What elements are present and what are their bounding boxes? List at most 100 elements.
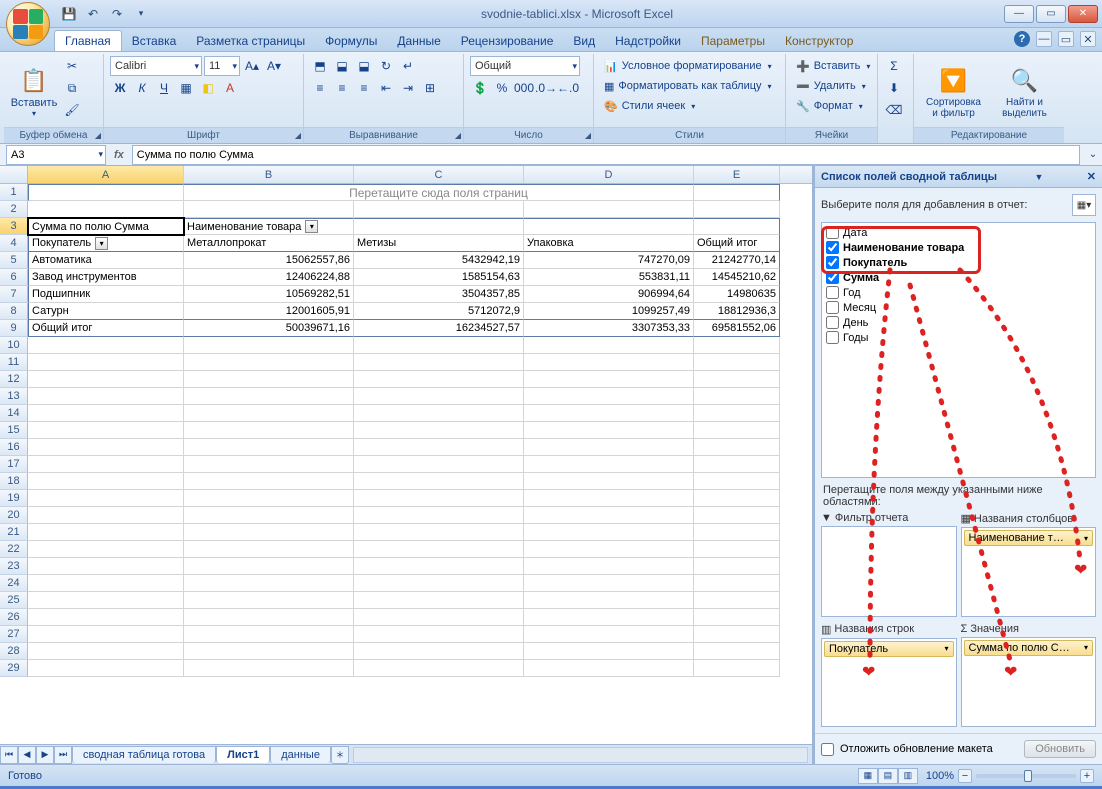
field-checkbox[interactable] [826,301,839,314]
ribbon-tab-home[interactable]: Главная [54,30,122,51]
cut-icon[interactable]: ✂ [62,56,82,76]
ribbon-tab-insert[interactable]: Вставка [122,31,187,51]
name-box[interactable]: A3 [6,145,106,165]
row-header[interactable]: 23 [0,558,28,575]
field-checkbox[interactable] [826,226,839,239]
clear-icon[interactable]: ⌫ [884,100,904,120]
row-header[interactable]: 2 [0,201,28,218]
ribbon-tab-view[interactable]: Вид [563,31,605,51]
col-header-c[interactable]: C [354,166,524,183]
help-icon[interactable]: ? [1014,31,1030,47]
row-header[interactable]: 14 [0,405,28,422]
row-header[interactable]: 9 [0,320,28,337]
font-color-icon[interactable]: A [220,78,240,98]
field-checkbox[interactable] [826,256,839,269]
fx-icon[interactable]: fx [114,149,124,161]
row-header[interactable]: 4 [0,235,28,252]
row-header[interactable]: 18 [0,473,28,490]
row-header[interactable]: 16 [0,439,28,456]
new-sheet-icon[interactable]: ＊ [331,746,349,764]
comma-icon[interactable]: 000 [514,78,534,98]
sheet-nav-first[interactable]: ⏮ [0,746,18,764]
row-header[interactable]: 22 [0,541,28,558]
chip-rows[interactable]: Покупатель▾ [824,641,954,657]
row-header[interactable]: 7 [0,286,28,303]
row-field-header[interactable]: Покупатель▾ [28,235,184,252]
paste-button[interactable]: 📋 Вставить ▾ [10,56,58,127]
field-label[interactable]: Покупатель [843,257,907,269]
increase-decimal-icon[interactable]: .0→ [536,78,556,98]
decrease-font-icon[interactable]: A▾ [264,56,284,76]
row-header[interactable]: 11 [0,354,28,371]
update-button[interactable]: Обновить [1024,740,1096,758]
insert-cells-button[interactable]: ➕ Вставить▾ [792,56,871,76]
doc-restore-button[interactable]: ▭ [1058,31,1074,47]
ribbon-tab-review[interactable]: Рецензирование [451,31,564,51]
increase-font-icon[interactable]: A▴ [242,56,262,76]
row-header[interactable]: 24 [0,575,28,592]
zoom-slider[interactable] [976,774,1076,778]
italic-icon[interactable]: К [132,78,152,98]
row-header[interactable]: 25 [0,592,28,609]
row-header[interactable]: 8 [0,303,28,320]
field-label[interactable]: Месяц [843,302,876,314]
delete-cells-button[interactable]: ➖ Удалить▾ [792,76,871,96]
defer-layout-checkbox[interactable] [821,743,834,756]
align-center-icon[interactable]: ≡ [332,78,352,98]
field-checkbox[interactable] [826,316,839,329]
align-top-icon[interactable]: ⬒ [310,56,330,76]
zoom-level[interactable]: 100% [926,770,954,782]
align-bottom-icon[interactable]: ⬓ [354,56,374,76]
row-header[interactable]: 3 [0,218,28,235]
window-close-button[interactable]: ✕ [1068,5,1098,23]
field-checkbox[interactable] [826,241,839,254]
format-cells-button[interactable]: 🔧 Формат▾ [792,96,871,116]
number-dialog-launcher[interactable]: ◢ [585,128,591,144]
ribbon-tab-addins[interactable]: Надстройки [605,31,691,51]
field-label[interactable]: Дата [843,227,867,239]
row-header[interactable]: 1 [0,184,28,201]
sheet-nav-last[interactable]: ⏭ [54,746,72,764]
sheet-tab[interactable]: Лист1 [216,746,270,763]
merge-icon[interactable]: ⊞ [420,78,440,98]
align-dialog-launcher[interactable]: ◢ [455,128,461,144]
formula-expand-icon[interactable]: ⌄ [1084,149,1102,160]
conditional-formatting-button[interactable]: 📊 Условное форматирование▾ [600,56,779,76]
doc-minimize-button[interactable]: ― [1036,31,1052,47]
horizontal-scrollbar[interactable] [353,747,808,763]
office-button[interactable] [6,2,50,46]
page-field-drop[interactable]: Перетащите сюда поля страниц [184,184,694,201]
row-header[interactable]: 17 [0,456,28,473]
fill-icon[interactable]: ⬇ [884,78,904,98]
copy-icon[interactable]: ⧉ [62,78,82,98]
underline-icon[interactable]: Ч [154,78,174,98]
sheet-nav-next[interactable]: ▶ [36,746,54,764]
column-field-header[interactable]: Наименование товара▾ [184,218,354,235]
view-pagebreak-icon[interactable]: ▥ [898,768,918,784]
clipboard-dialog-launcher[interactable]: ◢ [95,128,101,144]
window-minimize-button[interactable]: ― [1004,5,1034,23]
row-header[interactable]: 6 [0,269,28,286]
field-checkbox[interactable] [826,331,839,344]
ribbon-tab-design[interactable]: Конструктор [775,31,863,51]
row-header[interactable]: 26 [0,609,28,626]
view-pagelayout-icon[interactable]: ▤ [878,768,898,784]
fieldlist-layout-button[interactable]: ▦▾ [1072,194,1096,216]
borders-icon[interactable]: ▦ [176,78,196,98]
sort-filter-button[interactable]: 🔽 Сортировка и фильтр [920,56,987,127]
formula-input[interactable]: Сумма по полю Сумма [132,145,1080,165]
field-label[interactable]: Наименование товара [843,242,964,254]
row-header[interactable]: 12 [0,371,28,388]
sheet-nav-prev[interactable]: ◀ [18,746,36,764]
currency-icon[interactable]: 💲 [470,78,490,98]
col-header-e[interactable]: E [694,166,780,183]
font-name-combo[interactable]: Calibri [110,56,202,76]
view-normal-icon[interactable]: ▦ [858,768,878,784]
percent-icon[interactable]: % [492,78,512,98]
decrease-indent-icon[interactable]: ⇤ [376,78,396,98]
column-filter-dropdown[interactable]: ▾ [305,220,318,233]
qat-undo-icon[interactable]: ↶ [84,5,102,23]
row-header[interactable]: 19 [0,490,28,507]
chip-values[interactable]: Сумма по полю С…▾ [964,640,1094,656]
doc-close-button[interactable]: ✕ [1080,31,1096,47]
